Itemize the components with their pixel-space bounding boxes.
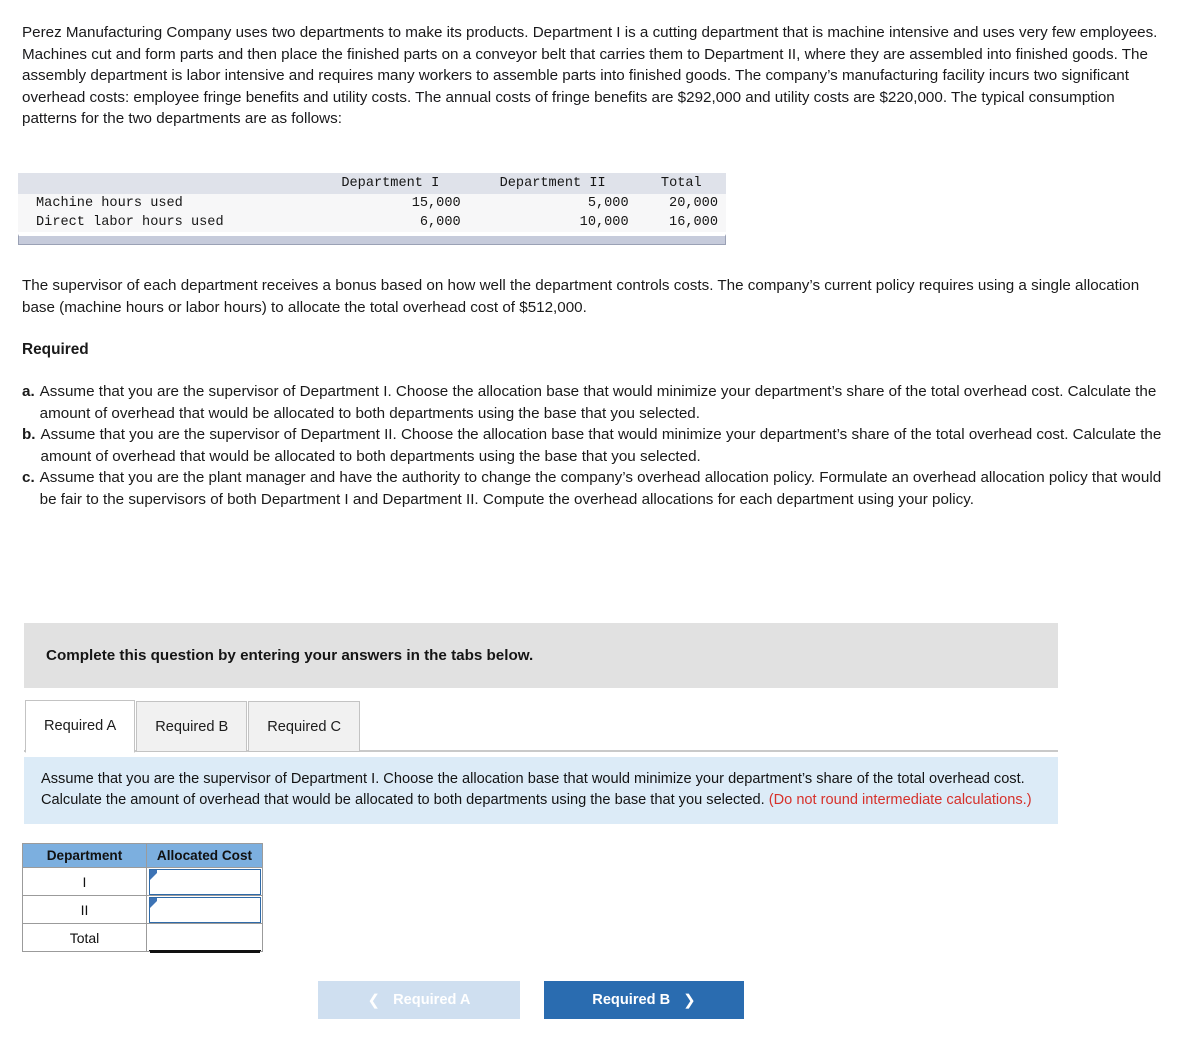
question-page: Perez Manufacturing Company uses two dep… <box>0 0 1200 1056</box>
answer-row-dept-i: I <box>22 867 263 896</box>
tab-required-c[interactable]: Required C <box>248 701 361 752</box>
answer-label-dept-i: I <box>22 867 147 896</box>
chevron-left-icon: ❮ <box>367 992 381 1009</box>
col-header-department-ii: Department II <box>468 173 637 194</box>
instructions-banner-text: Complete this question by entering your … <box>46 647 534 664</box>
table-row: Direct labor hours used 6,000 10,000 16,… <box>18 213 726 232</box>
allocated-cost-input-dept-ii[interactable] <box>148 896 261 923</box>
tab-instruction-box: Assume that you are the supervisor of De… <box>24 757 1058 824</box>
policy-paragraph: The supervisor of each department receiv… <box>22 277 1140 316</box>
answer-cell-total <box>146 923 263 952</box>
answer-row-dept-ii: II <box>22 895 263 924</box>
table-footer-bar <box>18 234 726 245</box>
answer-table: Department Allocated Cost I II Total <box>22 843 263 952</box>
tab-bar: Required A Required B Required C <box>25 699 361 753</box>
required-item-a-text: Assume that you are the supervisor of De… <box>39 383 1157 422</box>
tab-required-a[interactable]: Required A <box>25 700 136 753</box>
cell-flag-icon <box>149 897 157 908</box>
required-items-list: a. Assume that you are the supervisor of… <box>22 381 1170 510</box>
answer-row-total: Total <box>22 923 263 952</box>
answer-label-total: Total <box>22 923 147 952</box>
required-item-a-marker: a. <box>22 383 35 400</box>
col-header-department-i: Department I <box>311 173 469 194</box>
required-item-c-text: Assume that you are the plant manager an… <box>39 469 1162 508</box>
required-item-b-text: Assume that you are the supervisor of De… <box>40 426 1162 465</box>
tab-required-b[interactable]: Required B <box>136 701 248 752</box>
answer-col-header-department: Department <box>22 843 147 868</box>
labor-hours-total: 16,000 <box>636 213 726 232</box>
consumption-data-table: Department I Department II Total Machine… <box>18 173 726 245</box>
next-required-b-button[interactable]: Required B ❯ <box>544 981 744 1019</box>
row-label-labor-hours: Direct labor hours used <box>18 213 312 232</box>
col-header-total: Total <box>636 173 726 194</box>
allocated-cost-total-value <box>148 924 261 951</box>
required-item-c: c. Assume that you are the plant manager… <box>22 467 1170 510</box>
answer-col-header-allocated-cost: Allocated Cost <box>146 843 263 868</box>
answer-cell-dept-i[interactable] <box>146 867 263 896</box>
problem-statement: Perez Manufacturing Company uses two dep… <box>22 24 1158 127</box>
answer-label-dept-ii: II <box>22 895 147 924</box>
machine-hours-dept1: 15,000 <box>311 194 469 213</box>
previous-required-a-button[interactable]: ❮ Required A <box>318 981 520 1019</box>
cell-flag-icon <box>149 869 157 880</box>
instructions-banner: Complete this question by entering your … <box>24 623 1058 688</box>
col-header-blank <box>18 173 312 194</box>
machine-hours-dept2: 5,000 <box>468 194 637 213</box>
labor-hours-dept1: 6,000 <box>311 213 469 232</box>
next-button-label: Required B <box>592 992 671 1008</box>
machine-hours-total: 20,000 <box>636 194 726 213</box>
tab-navigation: ❮ Required A Required B ❯ <box>318 981 744 1019</box>
chevron-right-icon: ❯ <box>683 992 696 1009</box>
required-item-a: a. Assume that you are the supervisor of… <box>22 381 1170 424</box>
required-item-b: b. Assume that you are the supervisor of… <box>22 424 1170 467</box>
labor-hours-dept2: 10,000 <box>468 213 637 232</box>
previous-button-label: Required A <box>393 992 471 1008</box>
table-row: Machine hours used 15,000 5,000 20,000 <box>18 194 726 213</box>
tab-instruction-note: (Do not round intermediate calculations.… <box>768 791 1032 808</box>
required-item-b-marker: b. <box>22 426 36 443</box>
table-header-row: Department I Department II Total <box>18 173 726 194</box>
required-heading: Required <box>22 341 89 358</box>
answer-header-row: Department Allocated Cost <box>22 843 263 868</box>
allocated-cost-input-dept-i[interactable] <box>148 868 261 895</box>
required-item-c-marker: c. <box>22 469 35 486</box>
row-label-machine-hours: Machine hours used <box>18 194 312 213</box>
answer-cell-dept-ii[interactable] <box>146 895 263 924</box>
